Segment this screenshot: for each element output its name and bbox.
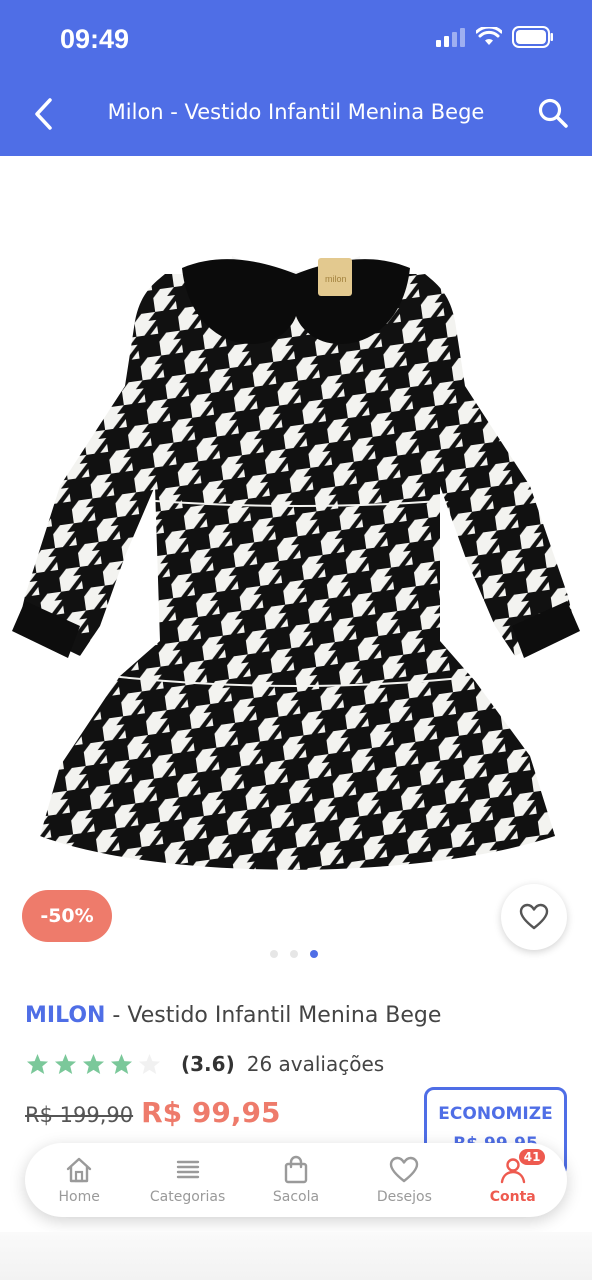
old-price: R$ 199,90	[25, 1103, 134, 1127]
svg-text:milon: milon	[325, 274, 347, 284]
product-name: MILON - Vestido Infantil Menina Bege	[25, 1003, 441, 1028]
nav-label: Desejos	[376, 1189, 432, 1205]
page-title: Milon - Vestido Infantil Menina Bege	[107, 100, 485, 124]
nav-label: Sacola	[272, 1189, 320, 1205]
nav-label: Home	[58, 1189, 100, 1205]
wishlist-button[interactable]	[501, 884, 567, 950]
heart-icon	[390, 1156, 419, 1183]
rating-stars	[26, 1053, 161, 1075]
search-button[interactable]	[536, 96, 570, 130]
bag-icon	[284, 1155, 308, 1184]
list-icon	[176, 1160, 199, 1179]
new-price: R$ 99,95	[141, 1096, 281, 1129]
nav-label: Conta	[489, 1189, 536, 1205]
status-time: 09:49	[60, 24, 130, 54]
nav-item-sacola[interactable]: Sacola	[246, 1155, 346, 1205]
wifi-icon	[476, 27, 502, 45]
image-pager	[270, 950, 318, 958]
chevron-left-icon	[35, 98, 52, 130]
notification-badge: 41	[518, 1149, 546, 1165]
product-image[interactable]: milon	[0, 156, 592, 956]
app-header: 09:49 Milon - Vestido Infantil Menina Be…	[0, 0, 592, 156]
brand-link[interactable]: MILON	[25, 1003, 105, 1028]
dress-image: milon	[12, 256, 580, 870]
search-icon	[538, 98, 568, 128]
rating-count: 26 avaliações	[246, 1052, 385, 1076]
rating-value: (3.6)	[181, 1052, 235, 1076]
nav-item-desejos[interactable]: Desejos	[354, 1155, 454, 1205]
product-title: - Vestido Infantil Menina Bege	[105, 1003, 442, 1028]
pager-dot[interactable]	[290, 950, 298, 958]
background-content	[0, 1232, 592, 1280]
nav-item-conta[interactable]: 41 Conta	[463, 1149, 563, 1205]
discount-badge: -50%	[22, 890, 112, 942]
star-icon	[26, 1053, 49, 1075]
home-icon	[66, 1157, 92, 1183]
nav-item-categorias[interactable]: Categorias	[138, 1155, 238, 1205]
star-icon	[110, 1053, 133, 1075]
savings-label: ECONOMIZE	[438, 1104, 553, 1124]
bottom-nav: Home Categorias Sacola Desejos 41 Conta	[25, 1143, 567, 1217]
heart-icon	[519, 903, 549, 930]
pager-dot-active[interactable]	[310, 950, 318, 958]
battery-icon	[512, 26, 553, 48]
signal-icon	[436, 28, 465, 47]
nav-item-home[interactable]: Home	[29, 1155, 129, 1205]
status-icons	[436, 26, 554, 48]
pager-dot[interactable]	[270, 950, 278, 958]
nav-label: Categorias	[149, 1189, 226, 1205]
price-row: R$ 199,90 R$ 99,95	[25, 1096, 280, 1129]
back-button[interactable]	[30, 94, 60, 134]
star-empty-icon	[138, 1053, 161, 1075]
rating-row[interactable]: (3.6) 26 avaliações	[26, 1052, 384, 1076]
star-icon	[54, 1053, 77, 1075]
star-icon	[82, 1053, 105, 1075]
